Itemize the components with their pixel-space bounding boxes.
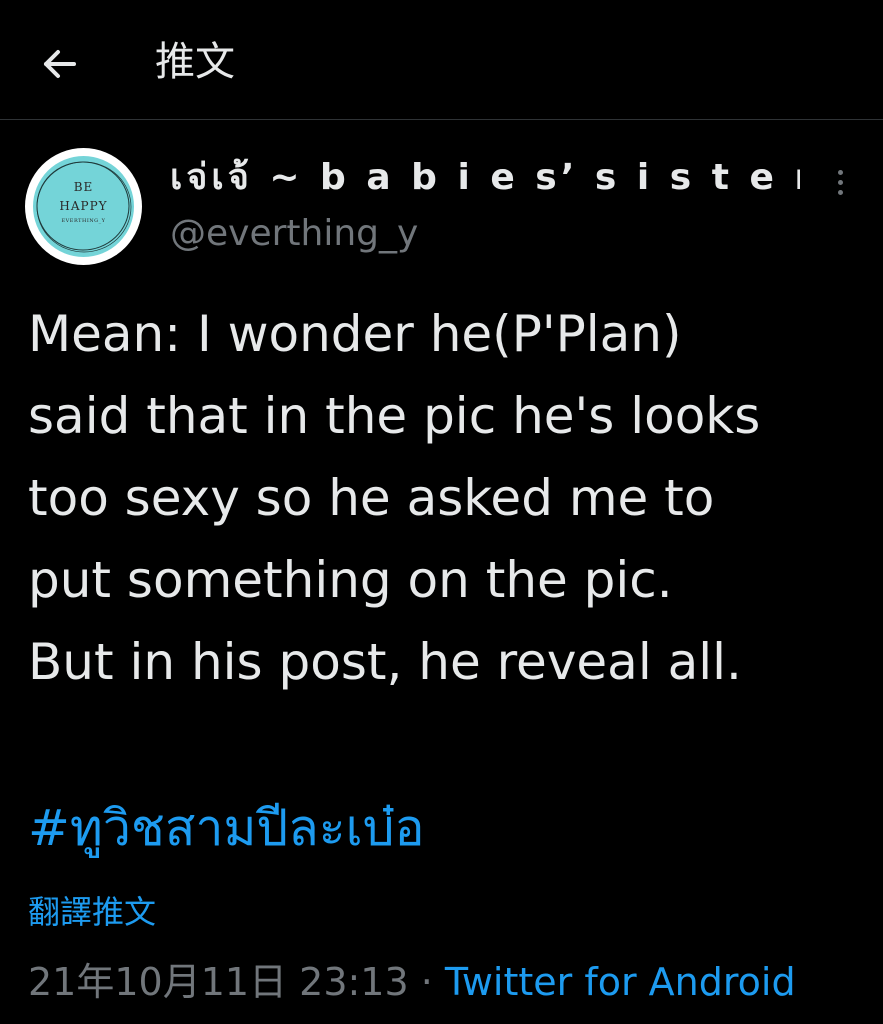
arrow-left-icon xyxy=(44,50,76,78)
author-display-name[interactable]: เจ่เจ้ ~ b a b i e s’ s i s t e r ~ ... xyxy=(170,154,800,202)
top-app-bar: 推文 xyxy=(0,0,883,120)
meta-separator: · xyxy=(408,960,445,1004)
translate-tweet-link[interactable]: 翻譯推文 xyxy=(28,888,156,936)
tweet-detail-page: 推文 BE HAPPY EVERTHING_Y เจ่เจ้ ~ b a b i… xyxy=(0,0,883,1024)
tweet-timestamp[interactable]: 21年10月11日 23:13 xyxy=(28,960,409,1004)
page-title: 推文 xyxy=(155,39,235,85)
author-handle[interactable]: @everthing_y xyxy=(170,210,418,258)
avatar-text-happy: HAPPY xyxy=(59,199,108,213)
tweet-source-link[interactable]: Twitter for Android xyxy=(445,960,796,1004)
avatar[interactable]: BE HAPPY EVERTHING_Y xyxy=(25,148,142,265)
avatar-text-everthing: EVERTHING_Y xyxy=(61,218,106,224)
hashtag-link[interactable]: #ทูวิชสามปีละเบ๋อ xyxy=(28,790,425,866)
more-vertical-icon-dot-2 xyxy=(837,179,843,185)
tweet-body: Mean: I wonder he(P'Plan) said that in t… xyxy=(28,305,761,691)
more-vertical-icon-dot-3 xyxy=(837,189,843,195)
back-button[interactable] xyxy=(30,34,90,94)
more-vertical-icon-dot-1 xyxy=(837,169,843,175)
tweet-metadata: 21年10月11日 23:13 · Twitter for Android xyxy=(28,956,796,1008)
more-options-button[interactable] xyxy=(822,162,858,202)
avatar-text-be: BE xyxy=(73,180,94,194)
